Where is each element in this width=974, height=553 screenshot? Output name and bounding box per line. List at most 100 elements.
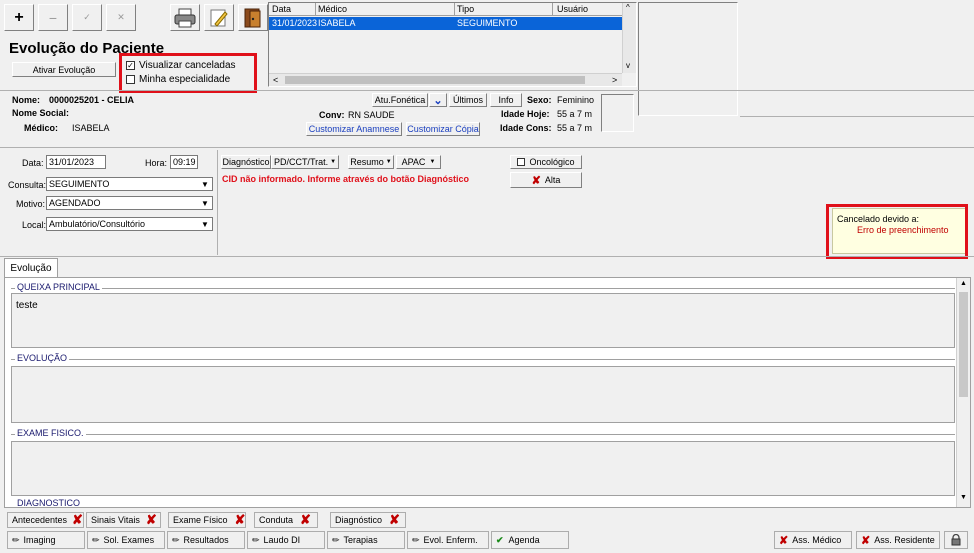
chevron-down-icon[interactable]: ⌄ (429, 93, 447, 107)
dropdown-arrow-icon: ▼ (385, 159, 392, 165)
therapies-button[interactable]: ✏ Terapias (327, 531, 405, 549)
tab-physical-exam[interactable]: Exame Físico ✘ (168, 512, 246, 528)
editor-vscrollbar[interactable]: ▲ ▼ (956, 278, 970, 507)
schedule-button[interactable]: ✔ Agenda (491, 531, 569, 549)
grid-header-type[interactable]: Tipo (457, 4, 474, 14)
check-button[interactable]: ✓ (72, 4, 102, 31)
scroll-thumb[interactable] (959, 292, 968, 397)
evolution-textarea[interactable] (11, 366, 955, 423)
name-label: Nome: (12, 95, 41, 105)
request-exams-button[interactable]: ✏ Sol. Exames (87, 531, 165, 549)
pencil-icon: ✏ (412, 534, 420, 545)
activate-evolution-button[interactable]: Ativar Evolução (12, 62, 116, 77)
complaint-title: QUEIXA PRINCIPAL (15, 282, 102, 292)
resident-sign-button[interactable]: ✘ Ass. Residente (856, 531, 940, 549)
dropdown-arrow-icon[interactable]: ▼ (199, 198, 211, 209)
chevron-down-icon[interactable]: v (626, 61, 630, 70)
sex-value: Feminino (557, 95, 595, 105)
info-button[interactable]: Info (490, 93, 522, 107)
evolution-title: EVOLUÇÃO (15, 353, 70, 363)
close-icon: ✘ (389, 512, 400, 527)
results-button[interactable]: ✏ Resultados (167, 531, 245, 549)
conv-value: RN SAUDE (348, 110, 395, 120)
complaint-textarea[interactable]: teste (11, 293, 955, 348)
dropdown-arrow-icon[interactable]: ▼ (199, 219, 211, 230)
age-cons-value: 55 a 7 m (557, 123, 593, 133)
lock-icon (951, 534, 961, 546)
grid-header: Data Médico Tipo Usuário (269, 3, 622, 16)
consult-label: Consulta: (8, 180, 47, 190)
scroll-down-icon[interactable]: ▼ (960, 494, 967, 501)
imaging-button[interactable]: ✏ Imaging (7, 531, 85, 549)
edit-button[interactable] (204, 4, 234, 31)
pen-cross-icon: ✘ (779, 534, 789, 547)
tab-diagnosis[interactable]: Diagnóstico ✘ (330, 512, 406, 528)
scroll-thumb[interactable] (285, 76, 585, 84)
chevron-right-icon[interactable]: > (612, 75, 617, 85)
reason-select[interactable]: AGENDADO ▼ (46, 196, 213, 210)
tab-conduct[interactable]: Conduta ✘ (254, 512, 318, 528)
table-row[interactable]: 31/01/2023 ISABELA SEGUIMENTO (269, 17, 622, 30)
print-button[interactable] (170, 4, 200, 31)
pd-button[interactable]: PD/CCT/Trat. ▼ (271, 155, 339, 169)
doctor-sign-button[interactable]: ✘ Ass. Médico (774, 531, 852, 549)
age-cons-label: Idade Cons: (500, 123, 552, 133)
customize-anamnese-button[interactable]: Customizar Anamnese (306, 122, 402, 136)
apac-button[interactable]: APAC ▼ (396, 155, 441, 169)
grid-hscrollbar[interactable]: < > (269, 73, 622, 86)
pencil-icon: ✏ (332, 534, 340, 545)
phonetic-update-button[interactable]: Atu.Fonética (372, 93, 428, 107)
discharge-button[interactable]: ✘ Alta (510, 172, 582, 188)
consult-select[interactable]: SEGUIMENTO ▼ (46, 177, 213, 191)
chevron-up-icon[interactable]: ^ (626, 3, 630, 12)
photo-frame (638, 2, 738, 116)
tab-vital-signs[interactable]: Sinais Vitais ✘ (86, 512, 161, 528)
pencil-icon (210, 9, 228, 27)
cancel-button[interactable]: ✕ (106, 4, 136, 31)
highlight-box (826, 204, 968, 259)
row-doctor: ISABELA (318, 18, 356, 28)
doctor-label: Médico: (24, 123, 59, 133)
pencil-icon: ✏ (12, 534, 20, 545)
tab-antecedents[interactable]: Antecedentes ✘ (7, 512, 84, 528)
dropdown-arrow-icon[interactable]: ▼ (199, 179, 211, 190)
grid-header-user[interactable]: Usuário (557, 4, 588, 14)
date-field[interactable]: 31/01/2023 (46, 155, 106, 169)
add-button[interactable]: + (4, 4, 34, 31)
exam-textarea[interactable] (11, 441, 955, 496)
row-date: 31/01/2023 (272, 18, 318, 28)
chevron-left-icon[interactable]: < (273, 75, 278, 85)
report-di-button[interactable]: ✏ Laudo DI (247, 531, 325, 549)
place-label: Local: (22, 220, 47, 230)
avatar (601, 94, 634, 132)
customize-copy-button[interactable]: Customizar Cópia (406, 122, 480, 136)
sex-label: Sexo: (527, 95, 552, 105)
checkbox-icon (517, 158, 526, 166)
place-select[interactable]: Ambulatório/Consultório ▼ (46, 217, 213, 231)
reason-value: AGENDADO (49, 198, 101, 208)
evolution-grid[interactable]: Data Médico Tipo Usuário 31/01/2023 ISAB… (268, 2, 637, 87)
grid-header-date[interactable]: Data (272, 4, 291, 14)
oncologic-checkbox[interactable]: Oncológico (510, 155, 582, 169)
close-icon: ✘ (531, 174, 541, 187)
close-icon: ✘ (300, 512, 311, 527)
summary-button[interactable]: Resumo ▼ (348, 155, 394, 169)
tab-evolution[interactable]: Evolução (4, 258, 58, 277)
lock-button[interactable] (944, 531, 968, 549)
grid-header-doctor[interactable]: Médico (318, 4, 347, 14)
last-button[interactable]: Últimos (449, 93, 487, 107)
scroll-up-icon[interactable]: ▲ (960, 280, 967, 287)
cid-warning: CID não informado. Informe através do bo… (222, 174, 470, 184)
diagnosis-button[interactable]: Diagnóstico (221, 155, 271, 169)
evolution-editor[interactable]: QUEIXA PRINCIPAL teste EVOLUÇÃO EXAME FI… (4, 277, 971, 508)
grid-vscrollbar[interactable]: ^ v (622, 3, 636, 73)
exit-button[interactable] (238, 4, 268, 31)
time-field[interactable]: 09:19 (170, 155, 198, 169)
place-value: Ambulatório/Consultório (49, 219, 146, 229)
remove-button[interactable]: − (38, 4, 68, 31)
nursing-evolution-button[interactable]: ✏ Evol. Enferm. (407, 531, 489, 549)
name-value: 0000025201 - CELIA (49, 95, 135, 105)
pencil-icon: ✏ (252, 534, 260, 545)
consult-value: SEGUIMENTO (49, 179, 110, 189)
age-today-label: Idade Hoje: (501, 109, 550, 119)
